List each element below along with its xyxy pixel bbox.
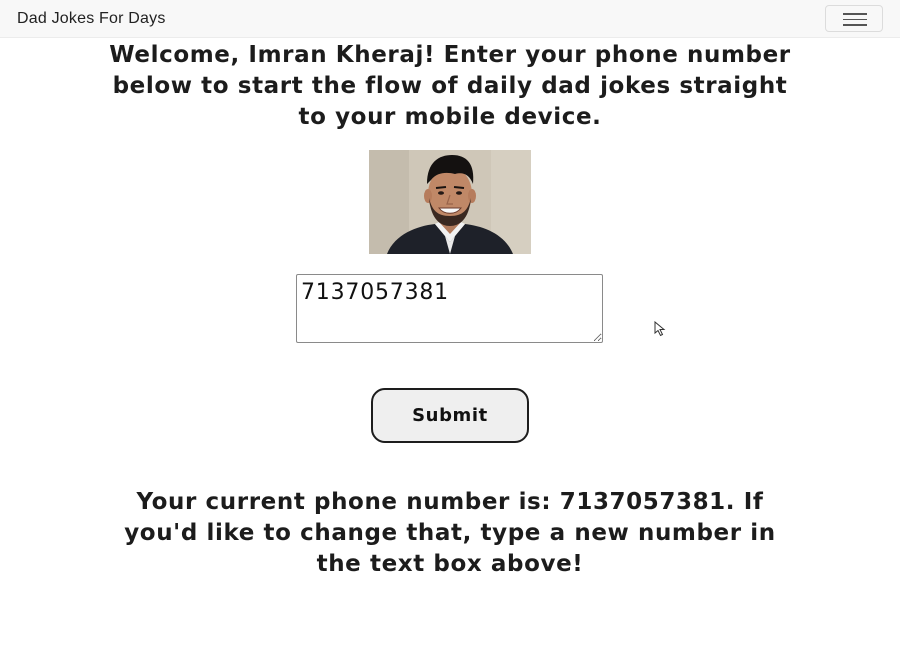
brand-link[interactable]: Dad Jokes For Days [17,10,166,28]
hamburger-menu-icon-line [843,18,867,20]
navbar: Dad Jokes For Days [0,0,900,38]
profile-photo [369,150,531,254]
hamburger-menu-icon [843,13,867,15]
submit-button[interactable]: Submit [371,388,529,443]
profile-photo-image [369,150,531,254]
phone-number-input[interactable]: 7137057381 [296,274,603,343]
navbar-toggle-button[interactable] [825,5,883,32]
mouse-cursor-icon [654,321,666,337]
hamburger-menu-icon-line [843,24,867,26]
current-number-message: Your current phone number is: 7137057381… [124,489,776,577]
welcome-heading: Welcome, Imran Kheraj! Enter your phone … [109,42,791,130]
